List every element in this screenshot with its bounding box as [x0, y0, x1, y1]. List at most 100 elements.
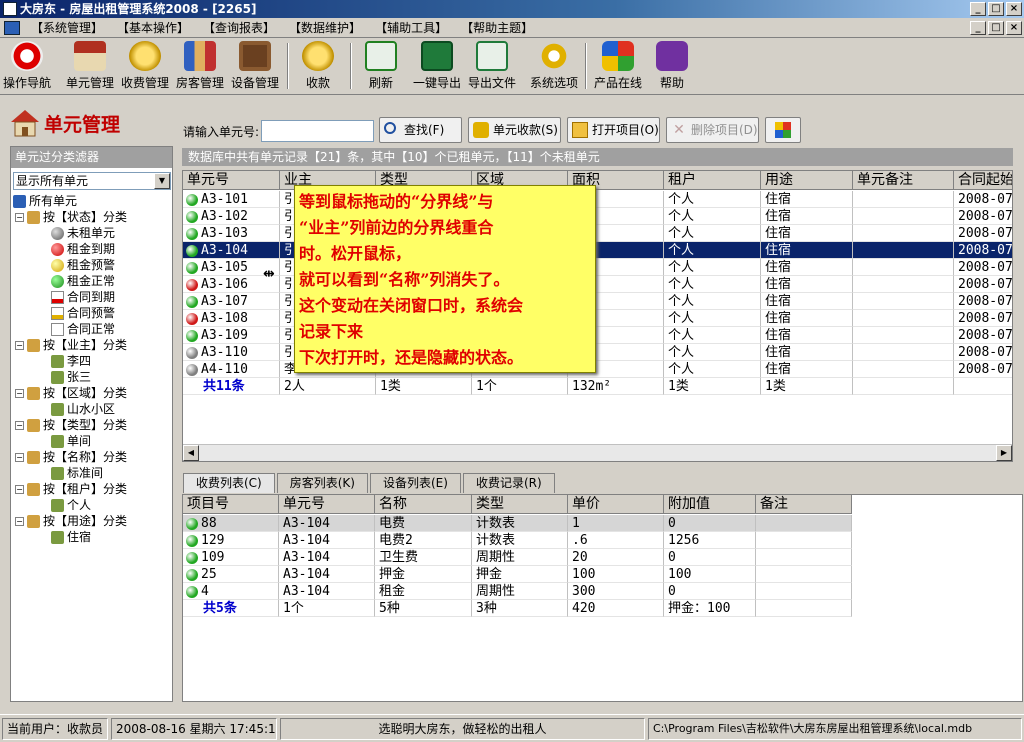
unit-search-input[interactable]	[261, 120, 375, 142]
collapse-icon[interactable]: −	[15, 213, 24, 222]
column-header[interactable]: 单价	[568, 495, 664, 514]
tree-node-region[interactable]: − 按【区域】分类	[15, 385, 127, 401]
column-header[interactable]: 附加值	[664, 495, 756, 514]
tree-node-owner[interactable]: − 按【业主】分类	[15, 337, 127, 353]
toolbar-online-button[interactable]: 产品在线	[592, 41, 644, 93]
table-cell: 计数表	[472, 515, 568, 532]
find-button[interactable]: 查找(F)	[379, 117, 462, 143]
tree-node-owner-zhangsan[interactable]: 张三	[51, 369, 91, 385]
scroll-right-icon[interactable]: ▶	[996, 445, 1012, 461]
toolbar-options-button[interactable]: 系统选项	[528, 41, 580, 93]
column-header[interactable]: 单元号	[279, 495, 375, 514]
column-header[interactable]: 备注	[756, 495, 852, 514]
scroll-left-icon[interactable]: ◀	[183, 445, 199, 461]
tree-node-contract-normal[interactable]: 合同正常	[51, 321, 115, 337]
column-header[interactable]: 租户	[664, 171, 761, 190]
tree-node-rent-normal[interactable]: 租金正常	[51, 273, 115, 289]
column-header[interactable]: 项目号	[183, 495, 279, 514]
maximize-button[interactable]: □	[988, 2, 1004, 16]
collapse-icon[interactable]: −	[15, 517, 24, 526]
chevron-down-icon[interactable]: ▼	[154, 173, 170, 189]
child-minimize-button[interactable]: _	[970, 21, 986, 35]
child-close-button[interactable]: ×	[1006, 21, 1022, 35]
child-restore-button[interactable]: □	[988, 21, 1004, 35]
open-item-button[interactable]: 打开项目(O)	[567, 117, 660, 143]
table-cell: 5种	[375, 600, 472, 617]
tree-node-rent-warning[interactable]: 租金预警	[51, 257, 115, 273]
table-cell: .6	[568, 532, 664, 549]
magnifier-icon	[384, 122, 396, 134]
tree-node-contract-warning[interactable]: 合同预警	[51, 305, 115, 321]
fees-table: 项目号 单元号 名称 类型 单价 附加值 备注 88 A3-104 电费 计数表 1 0 1…	[182, 494, 1023, 702]
menu-basic[interactable]: 【基本操作】	[110, 19, 196, 36]
menu-reports[interactable]: 【查询报表】	[196, 19, 282, 36]
toolbar-export-file-button[interactable]: 导出文件	[466, 41, 518, 93]
toolbar-help-button[interactable]: 帮助	[652, 41, 692, 93]
folder-icon	[572, 122, 588, 138]
collapse-icon[interactable]: −	[15, 389, 24, 398]
child-window-icon[interactable]	[4, 20, 20, 35]
tree-node-contract-due[interactable]: 合同到期	[51, 289, 115, 305]
window-title: 大房东 - 房屋出租管理系统2008 - [2265]	[20, 2, 257, 16]
menu-system[interactable]: 【系统管理】	[24, 19, 110, 36]
tab-equipment[interactable]: 设备列表(E)	[369, 473, 461, 493]
toolbar-units-button[interactable]: 单元管理	[64, 41, 116, 93]
close-button[interactable]: ×	[1006, 2, 1022, 16]
column-header[interactable]: 用途	[761, 171, 853, 190]
table-row[interactable]: 109 A3-104 卫生费 周期性 20 0	[183, 549, 852, 566]
green-ball-icon	[186, 585, 198, 598]
tree-node-rent-due[interactable]: 租金到期	[51, 241, 115, 257]
collapse-icon[interactable]: −	[15, 485, 24, 494]
tree-node-all[interactable]: 所有单元	[13, 193, 77, 209]
menu-data[interactable]: 【数据维护】	[282, 19, 368, 36]
toolbar-navigation-button[interactable]: 操作导航	[2, 41, 52, 93]
tree-node-type-item[interactable]: 单间	[51, 433, 91, 449]
collect-button[interactable]: 单元收款(S)	[468, 117, 561, 143]
collapse-icon[interactable]: −	[15, 421, 24, 430]
table-row[interactable]: 129 A3-104 电费2 计数表 .6 1256	[183, 532, 852, 549]
column-header[interactable]: 类型	[472, 495, 568, 514]
tree-node-status[interactable]: − 按【状态】分类	[15, 209, 127, 225]
toolbar-fees-button[interactable]: 收费管理	[119, 41, 171, 93]
tree-node-use-item[interactable]: 住宿	[51, 529, 91, 545]
collapse-icon[interactable]: −	[15, 453, 24, 462]
house-icon	[51, 435, 64, 448]
hint-line: 这个变动在关闭窗口时，系统会	[299, 296, 524, 315]
minimize-button[interactable]: _	[970, 2, 986, 16]
color-button[interactable]	[765, 117, 801, 143]
collapse-icon[interactable]: −	[15, 341, 24, 350]
tab-fee-records[interactable]: 收费记录(R)	[462, 473, 555, 493]
column-header[interactable]: 名称	[375, 495, 472, 514]
toolbar-collect-button[interactable]: 收款	[296, 41, 340, 93]
tree-node-name[interactable]: − 按【名称】分类	[15, 449, 127, 465]
title-bar: 大房东 - 房屋出租管理系统2008 - [2265] _ □ ×	[0, 0, 1024, 18]
tree-node-tenant-item[interactable]: 个人	[51, 497, 91, 513]
tree-node-use[interactable]: − 按【用途】分类	[15, 513, 127, 529]
table-cell	[756, 515, 852, 532]
tree-node-region-item[interactable]: 山水小区	[51, 401, 115, 417]
house-icon	[74, 41, 106, 71]
toolbar-equipment-button[interactable]: 设备管理	[229, 41, 281, 93]
tab-fees[interactable]: 收费列表(C)	[183, 473, 275, 493]
tree-node-type[interactable]: − 按【类型】分类	[15, 417, 127, 433]
table-row[interactable]: 4 A3-104 租金 周期性 300 0	[183, 583, 852, 600]
menu-tools[interactable]: 【辅助工具】	[368, 19, 454, 36]
column-header[interactable]: 单元号	[183, 171, 280, 190]
tree-node-owner-lisi[interactable]: 李四	[51, 353, 91, 369]
tree-node-tenant[interactable]: − 按【租户】分类	[15, 481, 127, 497]
horizontal-scrollbar[interactable]: ◀ ▶	[183, 444, 1012, 461]
tab-tenants[interactable]: 房客列表(K)	[276, 473, 368, 493]
table-row[interactable]: 88 A3-104 电费 计数表 1 0	[183, 515, 852, 532]
delete-item-button[interactable]: ✕ 删除项目(D)	[666, 117, 759, 143]
tree-node-vacant[interactable]: 未租单元	[51, 225, 115, 241]
filter-select[interactable]: 显示所有单元 ▼	[13, 172, 171, 190]
hint-line: 下次打开时，还是隐藏的状态。	[299, 348, 524, 367]
toolbar-refresh-button[interactable]: 刷新	[360, 41, 402, 93]
table-row[interactable]: 25 A3-104 押金 押金 100 100	[183, 566, 852, 583]
tree-node-name-item[interactable]: 标准间	[51, 465, 103, 481]
menu-help[interactable]: 【帮助主题】	[454, 19, 540, 36]
column-header[interactable]: 合同起始	[954, 171, 1012, 190]
column-header[interactable]: 单元备注	[853, 171, 954, 190]
toolbar-tenants-button[interactable]: 房客管理	[174, 41, 226, 93]
toolbar-export-button[interactable]: 一键导出	[410, 41, 464, 93]
